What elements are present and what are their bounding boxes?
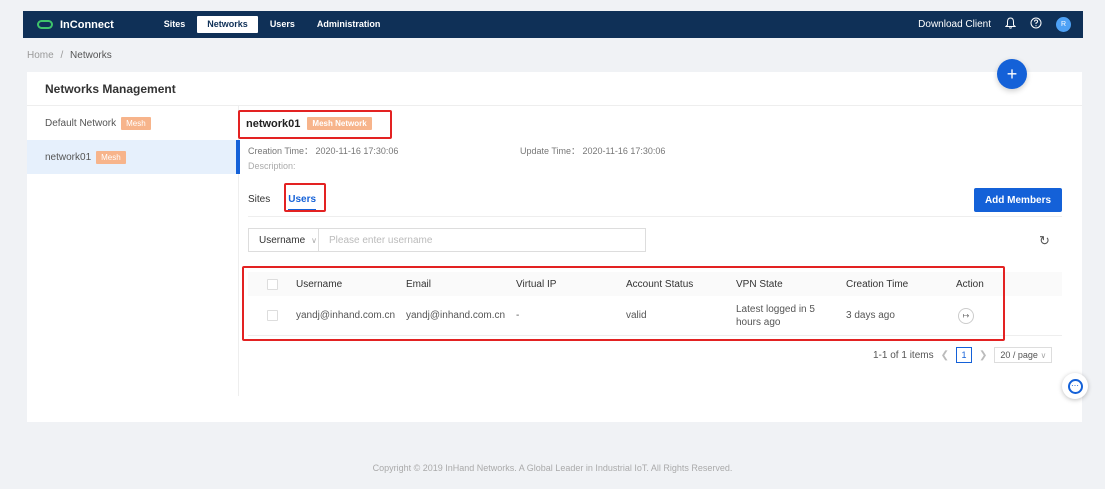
add-network-button[interactable]: + [997, 59, 1027, 89]
nav-item-sites[interactable]: Sites [154, 16, 196, 33]
page-number[interactable]: 1 [955, 347, 972, 363]
top-navigation-bar: InConnect Sites Networks Users Administr… [23, 11, 1083, 38]
search-field-value: Username [259, 234, 306, 246]
next-page-icon[interactable]: ❯ [979, 350, 987, 361]
description: Description: [248, 161, 296, 171]
bell-icon[interactable] [1004, 17, 1017, 32]
prev-page-icon[interactable]: ❮ [941, 350, 949, 361]
download-client-link[interactable]: Download Client [918, 19, 991, 30]
footer-copyright: Copyright © 2019 InHand Networks. A Glob… [372, 463, 733, 473]
sidebar-item-label: network01 [45, 151, 92, 163]
nav-item-networks[interactable]: Networks [197, 16, 258, 33]
sidebar-item-default-network[interactable]: Default Network Mesh [27, 106, 238, 140]
pagination-summary: 1-1 of 1 items [873, 349, 934, 361]
users-tab-highlight [284, 183, 326, 212]
chat-support-button[interactable]: ⋯ [1062, 373, 1088, 399]
mesh-tag: Mesh [96, 150, 126, 164]
search-input[interactable] [319, 234, 619, 246]
help-icon[interactable] [1030, 17, 1042, 32]
app-name: InConnect [60, 18, 114, 31]
user-avatar[interactable]: R [1056, 17, 1071, 32]
page-size-value: 20 / page [1000, 350, 1038, 360]
breadcrumb-separator: / [60, 50, 64, 61]
detail-accent-bar [238, 140, 240, 174]
breadcrumb-home[interactable]: Home [27, 50, 54, 61]
sidebar-item-label: Default Network [45, 117, 117, 129]
update-time: Update Time： 2020-11-16 17:30:06 [520, 146, 666, 156]
inconnect-logo-icon [37, 20, 53, 29]
table-highlight [242, 266, 1005, 341]
pagination: 1-1 of 1 items ❮ 1 ❯ 20 / page ∨ [873, 347, 1053, 363]
chevron-down-icon: ∨ [1040, 351, 1047, 360]
topbar-actions: Download Client R [918, 11, 1071, 38]
breadcrumb: Home / Networks [27, 50, 112, 61]
nav-item-administration[interactable]: Administration [307, 16, 391, 33]
mesh-tag: Mesh [121, 116, 151, 130]
tabs-divider [248, 216, 1062, 217]
chevron-down-icon: ∨ [311, 235, 317, 245]
chat-icon: ⋯ [1067, 378, 1083, 394]
refresh-icon[interactable]: ↻ [1039, 233, 1050, 249]
tab-sites[interactable]: Sites [248, 190, 270, 211]
breadcrumb-current: Networks [70, 50, 112, 61]
user-search-bar: Username ∨ [248, 228, 646, 252]
page-title: Networks Management [45, 82, 176, 96]
network-name-highlight [238, 110, 392, 139]
nav-item-users[interactable]: Users [260, 16, 305, 33]
page-size-select[interactable]: 20 / page ∨ [994, 347, 1053, 363]
network-list: Default Network Mesh network01 Mesh [27, 106, 238, 174]
search-field-select[interactable]: Username ∨ [249, 229, 319, 251]
creation-time: Creation Time： 2020-11-16 17:30:06 [248, 146, 399, 156]
app-logo[interactable]: InConnect [37, 19, 114, 31]
add-members-button[interactable]: Add Members [974, 188, 1062, 212]
sidebar-item-network01[interactable]: network01 Mesh [27, 140, 238, 174]
